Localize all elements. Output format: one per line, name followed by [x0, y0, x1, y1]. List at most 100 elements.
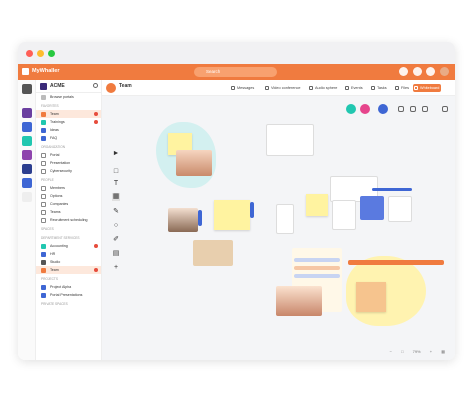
task-column[interactable] — [388, 196, 412, 222]
item-label: Teams — [50, 210, 61, 214]
doc-icon — [41, 161, 46, 166]
add-icon[interactable] — [412, 67, 422, 76]
sidebar-item-team[interactable]: Team — [36, 110, 101, 118]
tab-events[interactable]: Events — [344, 84, 363, 92]
sidebar-item-project-alpha[interactable]: Project Alpha — [36, 283, 101, 291]
item-label: Studio — [50, 260, 61, 264]
sidebar-item-recruitment[interactable]: Recruitment scheduling — [36, 216, 101, 224]
sidebar-item-companies[interactable]: Companies — [36, 200, 101, 208]
sidebar-item-team-space[interactable]: Team — [36, 266, 101, 274]
sidebar-item-teams[interactable]: Teams — [36, 208, 101, 216]
pen-tool[interactable]: ✎ — [112, 208, 120, 216]
sticky-note[interactable] — [356, 282, 386, 312]
board-title[interactable]: Team — [119, 83, 132, 89]
delete-icon[interactable] — [422, 106, 428, 112]
close-dot[interactable] — [26, 50, 33, 57]
sidebar-item-portal-presentations[interactable]: Portal Presentations — [36, 291, 101, 299]
collaborator-avatar[interactable] — [346, 104, 356, 114]
item-label: Presentation — [50, 161, 71, 165]
avatar[interactable] — [440, 67, 449, 76]
collaborator-avatar[interactable] — [360, 104, 370, 114]
redo-icon[interactable] — [410, 106, 416, 112]
tab-label: Messages — [237, 86, 255, 90]
undo-icon[interactable] — [398, 106, 404, 112]
search-input[interactable]: Search — [194, 67, 277, 77]
notification-icon[interactable] — [399, 67, 409, 76]
org-icon[interactable] — [22, 136, 32, 146]
board-avatar — [106, 83, 116, 93]
item-label: Options — [50, 194, 63, 198]
org-icon[interactable] — [22, 122, 32, 132]
badge — [94, 112, 98, 116]
sticky-note[interactable] — [214, 200, 250, 230]
zoom-level[interactable]: 79% — [413, 349, 421, 354]
minimize-dot[interactable] — [37, 50, 44, 57]
sidebar-item-portal[interactable]: Portal — [36, 151, 101, 159]
files-icon — [395, 86, 399, 90]
doc-icon — [41, 210, 46, 215]
progress-bar-blue — [372, 188, 412, 191]
fit-icon[interactable]: □ — [401, 349, 403, 354]
collaborator-avatar[interactable] — [378, 104, 388, 114]
org-header[interactable]: ACME — [36, 80, 101, 93]
sidebar-item-ideas[interactable]: Ideas — [36, 126, 101, 134]
sidebar-item-presentation[interactable]: Presentation — [36, 159, 101, 167]
sidebar-item-members[interactable]: Members — [36, 184, 101, 192]
add-tool[interactable]: + — [112, 264, 120, 272]
shape-tool[interactable]: ○ — [112, 222, 120, 230]
section-title: FAVORITES — [41, 104, 59, 108]
export-icon[interactable] — [442, 106, 448, 112]
frame-tool[interactable]: ▦ — [112, 193, 120, 201]
image-card[interactable] — [176, 150, 212, 176]
sidebar-item-studio[interactable]: Studio — [36, 258, 101, 266]
workspace-name[interactable]: MyWhaller — [32, 68, 60, 74]
section-title: PRIVATE SPACES — [41, 302, 68, 306]
sidebar-item-accounting[interactable]: Accounting — [36, 242, 101, 250]
task-column[interactable] — [276, 204, 294, 234]
zoom-out-icon[interactable]: − — [390, 349, 392, 354]
sidebar-item-cybersecurity[interactable]: Cybersecurity — [36, 167, 101, 175]
gear-icon[interactable] — [93, 83, 98, 88]
home-icon[interactable] — [22, 68, 29, 75]
zoom-in-icon[interactable]: + — [430, 349, 432, 354]
minimap-icon[interactable]: ▦ — [441, 349, 445, 354]
tab-audio-sphere[interactable]: Audio sphere — [308, 84, 337, 92]
image-card[interactable] — [168, 208, 198, 232]
org-icon[interactable] — [22, 178, 32, 188]
org-icon[interactable] — [22, 108, 32, 118]
sidebar-item-options[interactable]: Options — [36, 192, 101, 200]
board-area: Team Messages Video conference Audio sph… — [102, 80, 455, 360]
sticky-note[interactable] — [306, 194, 328, 216]
sidebar-item-trainings[interactable]: Trainings — [36, 118, 101, 126]
org-icon[interactable] — [22, 150, 32, 160]
browse-portals[interactable]: Browse portals — [36, 93, 101, 101]
tab-tasks[interactable]: Tasks — [370, 84, 387, 92]
pointer-tool[interactable]: ► — [112, 150, 120, 158]
tab-video-conference[interactable]: Video conference — [264, 84, 300, 92]
org-name: ACME — [50, 83, 65, 89]
image-placeholder[interactable] — [266, 124, 314, 156]
folder-tool[interactable]: ▤ — [112, 250, 120, 258]
task-card-blue[interactable] — [360, 196, 384, 220]
org-icon[interactable] — [22, 164, 32, 174]
maximize-dot[interactable] — [48, 50, 55, 57]
marker-tool[interactable]: ✐ — [112, 236, 120, 244]
project-icon — [41, 285, 46, 290]
image-card[interactable] — [276, 286, 322, 316]
add-org-icon[interactable] — [22, 192, 32, 202]
tab-files[interactable]: Files — [394, 84, 409, 92]
org-icon[interactable] — [22, 84, 32, 94]
task-column[interactable] — [332, 200, 356, 230]
text-tool[interactable]: T — [112, 180, 120, 188]
sticky-tool[interactable]: □ — [112, 168, 120, 176]
sidebar-item-hr[interactable]: HR — [36, 250, 101, 258]
sidebar-item-faq[interactable]: FAQ — [36, 134, 101, 142]
image-card[interactable] — [193, 240, 233, 266]
space-icon — [41, 268, 46, 273]
faq-icon — [41, 136, 46, 141]
tab-label: Whiteboard — [420, 86, 440, 90]
section-title: SPACES — [41, 227, 54, 231]
tab-whiteboard[interactable]: Whiteboard — [413, 84, 442, 92]
settings-icon[interactable] — [426, 67, 436, 76]
tab-messages[interactable]: Messages — [230, 84, 254, 92]
